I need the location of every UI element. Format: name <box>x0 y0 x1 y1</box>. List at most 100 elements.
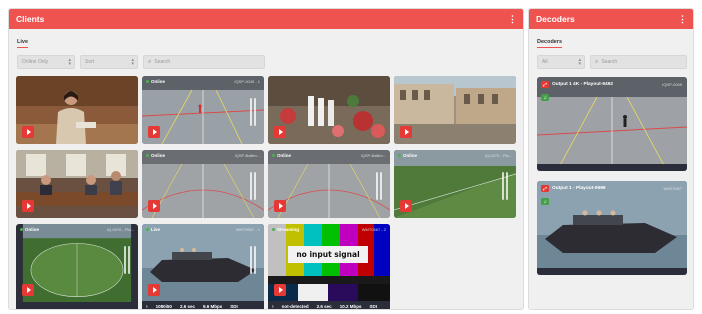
decoders-panel: Decoders ⋮ Decoders All ▴ ▾ ⌕ Search ⤢ Ou… <box>528 8 694 310</box>
chevron-right-icon[interactable]: › <box>272 304 274 310</box>
conference-thumbnail <box>16 150 138 218</box>
online-dot-icon <box>398 154 401 157</box>
client-tile[interactable]: Online IQ-0070 - Pla... <box>16 224 138 309</box>
clients-menu-icon[interactable]: ⋮ <box>508 14 517 25</box>
search-icon: ⌕ <box>595 58 599 65</box>
status-label: Online <box>20 227 39 232</box>
audio-meters <box>250 246 256 274</box>
video-format: not-detected <box>281 304 309 309</box>
status-text: Online <box>403 153 418 158</box>
tab-decoders[interactable]: Decoders <box>537 39 563 48</box>
client-tile[interactable]: Online IQSP-Baltim... <box>268 150 390 218</box>
online-dot-icon <box>272 154 275 157</box>
client-tile[interactable] <box>268 76 390 144</box>
chevron-right-icon[interactable]: › <box>146 304 148 310</box>
audio-meters <box>250 172 256 200</box>
no-input-signal-label: no input signal <box>288 246 368 263</box>
play-icon[interactable] <box>148 200 160 212</box>
client-tile[interactable]: Online IQSP-0045 - 1 <box>142 76 264 144</box>
status-text: Online <box>277 153 292 158</box>
online-dot-icon <box>20 228 23 231</box>
client-tile[interactable]: Live WMT0567 - 1 › 1080i50 2.6 sec 9.6 M… <box>142 224 264 310</box>
decoder-bar <box>537 164 687 171</box>
audio-meters <box>376 172 382 200</box>
decoder-bar <box>537 268 687 275</box>
sort-select[interactable]: Sort ▴ ▾ <box>80 55 138 69</box>
client-tile[interactable] <box>16 150 138 218</box>
device-code: IQ-0070 - Pla... <box>106 227 134 232</box>
latency: 2.6 sec <box>316 304 332 309</box>
decoder-title: ⤢ Output 1 4K - Playout-9492 <box>541 81 613 88</box>
input-type: SDI <box>369 304 377 309</box>
device-code: IQSP-Baltim... <box>234 153 260 158</box>
input-type: SDI <box>230 304 238 309</box>
client-tile[interactable]: Online IQ-0070 - Pla... <box>394 150 516 218</box>
clients-panel: Clients ⋮ Live Online Only ▴ ▾ Sort ▴ ▾ ⌕ … <box>8 8 524 310</box>
play-icon[interactable] <box>22 284 34 296</box>
status-label: Online <box>398 153 417 158</box>
flowers-thumbnail <box>268 76 390 144</box>
online-dot-icon <box>272 228 275 231</box>
bitrate: 9.6 Mbps <box>202 304 223 309</box>
video-format: 1080i50 <box>155 304 172 309</box>
speaker-thumbnail <box>16 76 138 144</box>
expand-icon[interactable]: ⤢ <box>541 185 549 192</box>
decoders-search-input[interactable]: ⌕ Search <box>590 55 687 69</box>
play-icon[interactable] <box>274 200 286 212</box>
status-label: Online <box>146 153 165 158</box>
audio-meters <box>250 98 256 126</box>
status-label: Live <box>146 227 160 232</box>
decoders-menu-icon[interactable]: ⋮ <box>678 14 687 25</box>
decoders-header: Decoders ⋮ <box>529 9 693 29</box>
field-thumbnail <box>22 224 132 302</box>
status-text: Online <box>151 79 166 84</box>
decoder-code: WMT0067 <box>663 186 682 191</box>
select-arrows-icon: ▴ ▾ <box>578 57 581 67</box>
status-label: Online <box>146 79 165 84</box>
court-thumbnail <box>142 150 264 218</box>
decoder-tile[interactable]: ⤢ Output 1 4K - Playout-9492 IQSP-0049 ♫ <box>537 77 687 171</box>
decoder-tile[interactable]: ⤢ Output 1 - Playout-9596 WMT0067 ♫ <box>537 181 687 275</box>
status-text: Online <box>151 153 166 158</box>
device-code: IQSP-Baltim... <box>360 153 386 158</box>
online-dot-icon <box>146 154 149 157</box>
latency: 2.6 sec <box>179 304 195 309</box>
online-only-label: Online Only <box>22 59 49 65</box>
all-label: All <box>542 59 548 65</box>
audio-meters <box>502 172 508 200</box>
headphones-icon[interactable]: ♫ <box>541 94 549 101</box>
clients-header: Clients ⋮ <box>9 9 523 29</box>
clients-search-input[interactable]: ⌕ Search <box>143 55 265 69</box>
court-thumbnail <box>537 77 687 171</box>
client-tile[interactable]: Online IQSP-Baltim... <box>142 150 264 218</box>
play-icon[interactable] <box>148 126 160 138</box>
clients-title: Clients <box>16 14 45 24</box>
play-icon[interactable] <box>400 126 412 138</box>
device-code: WMT0567 - 2 <box>361 227 386 232</box>
boat-thumbnail <box>142 224 264 301</box>
play-icon[interactable] <box>400 200 412 212</box>
client-tile[interactable]: no input signal Streaming WMT0567 - 2 › … <box>268 224 390 310</box>
client-tile[interactable] <box>16 76 138 144</box>
client-tile[interactable] <box>394 76 516 144</box>
street-thumbnail <box>394 76 516 144</box>
play-icon[interactable] <box>22 126 34 138</box>
play-icon[interactable] <box>274 126 286 138</box>
play-icon[interactable] <box>22 200 34 212</box>
all-select[interactable]: All ▴ ▾ <box>537 55 585 69</box>
search-icon: ⌕ <box>148 58 152 65</box>
audio-meters <box>124 246 130 274</box>
search-placeholder: Search <box>601 59 618 65</box>
status-text: Live <box>151 227 161 232</box>
court-thumbnail <box>268 150 390 218</box>
play-icon[interactable] <box>274 284 286 296</box>
online-only-select[interactable]: Online Only ▴ ▾ <box>17 55 75 69</box>
headphones-icon[interactable]: ♫ <box>541 198 549 205</box>
status-label: Online <box>272 153 291 158</box>
expand-icon[interactable]: ⤢ <box>541 81 549 88</box>
play-icon[interactable] <box>148 284 160 296</box>
decoder-title: ⤢ Output 1 - Playout-9596 <box>541 185 606 192</box>
status-text: Streaming <box>277 227 300 232</box>
field-thumbnail <box>394 150 516 218</box>
tab-live[interactable]: Live <box>17 39 29 48</box>
